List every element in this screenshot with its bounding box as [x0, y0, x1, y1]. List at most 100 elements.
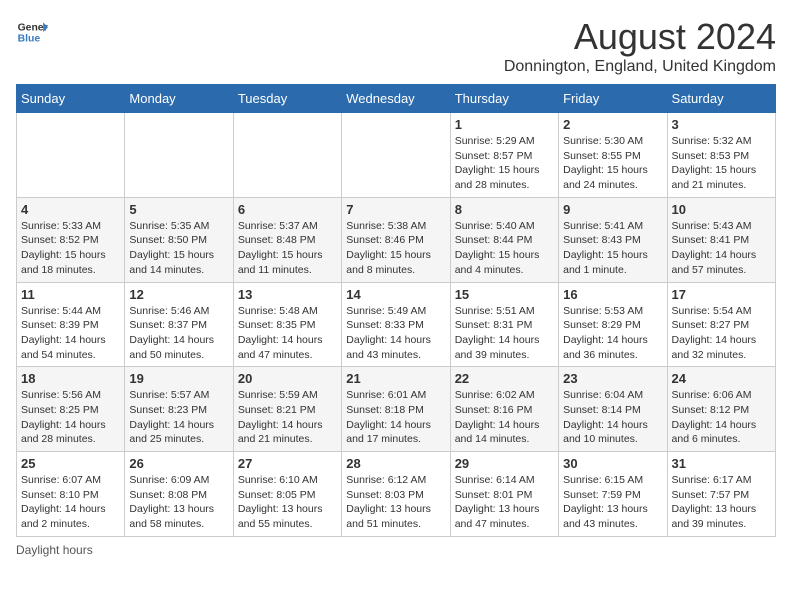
calendar-cell: 16 Sunrise: 5:53 AMSunset: 8:29 PMDaylig…: [559, 282, 667, 367]
calendar-cell: 15 Sunrise: 5:51 AMSunset: 8:31 PMDaylig…: [450, 282, 558, 367]
weekday-header-monday: Monday: [125, 85, 233, 113]
calendar-cell: [342, 113, 450, 198]
day-info: Sunrise: 5:51 AMSunset: 8:31 PMDaylight:…: [455, 304, 554, 363]
day-info: Sunrise: 6:06 AMSunset: 8:12 PMDaylight:…: [672, 388, 771, 447]
day-number: 31: [672, 456, 771, 471]
day-number: 21: [346, 371, 445, 386]
weekday-header-sunday: Sunday: [17, 85, 125, 113]
page-header: General Blue August 2024 Donnington, Eng…: [16, 16, 776, 76]
day-info: Sunrise: 5:40 AMSunset: 8:44 PMDaylight:…: [455, 219, 554, 278]
calendar-week-5: 25 Sunrise: 6:07 AMSunset: 8:10 PMDaylig…: [17, 452, 776, 537]
weekday-header-friday: Friday: [559, 85, 667, 113]
title-area: August 2024 Donnington, England, United …: [504, 16, 776, 76]
calendar-cell: 9 Sunrise: 5:41 AMSunset: 8:43 PMDayligh…: [559, 197, 667, 282]
day-number: 19: [129, 371, 228, 386]
day-info: Sunrise: 5:49 AMSunset: 8:33 PMDaylight:…: [346, 304, 445, 363]
day-info: Sunrise: 5:41 AMSunset: 8:43 PMDaylight:…: [563, 219, 662, 278]
day-number: 16: [563, 287, 662, 302]
calendar-cell: 1 Sunrise: 5:29 AMSunset: 8:57 PMDayligh…: [450, 113, 558, 198]
calendar-cell: 30 Sunrise: 6:15 AMSunset: 7:59 PMDaylig…: [559, 452, 667, 537]
day-number: 25: [21, 456, 120, 471]
logo: General Blue: [16, 16, 48, 48]
day-number: 27: [238, 456, 337, 471]
day-info: Sunrise: 5:48 AMSunset: 8:35 PMDaylight:…: [238, 304, 337, 363]
day-number: 13: [238, 287, 337, 302]
day-info: Sunrise: 5:57 AMSunset: 8:23 PMDaylight:…: [129, 388, 228, 447]
day-number: 29: [455, 456, 554, 471]
day-number: 15: [455, 287, 554, 302]
day-info: Sunrise: 6:01 AMSunset: 8:18 PMDaylight:…: [346, 388, 445, 447]
day-info: Sunrise: 5:32 AMSunset: 8:53 PMDaylight:…: [672, 134, 771, 193]
calendar-cell: 11 Sunrise: 5:44 AMSunset: 8:39 PMDaylig…: [17, 282, 125, 367]
logo-icon: General Blue: [16, 16, 48, 48]
calendar-cell: 25 Sunrise: 6:07 AMSunset: 8:10 PMDaylig…: [17, 452, 125, 537]
day-info: Sunrise: 6:17 AMSunset: 7:57 PMDaylight:…: [672, 473, 771, 532]
day-info: Sunrise: 5:46 AMSunset: 8:37 PMDaylight:…: [129, 304, 228, 363]
day-info: Sunrise: 5:29 AMSunset: 8:57 PMDaylight:…: [455, 134, 554, 193]
svg-text:Blue: Blue: [18, 34, 41, 45]
calendar-week-4: 18 Sunrise: 5:56 AMSunset: 8:25 PMDaylig…: [17, 367, 776, 452]
day-info: Sunrise: 5:38 AMSunset: 8:46 PMDaylight:…: [346, 219, 445, 278]
day-number: 8: [455, 202, 554, 217]
weekday-header-tuesday: Tuesday: [233, 85, 341, 113]
day-number: 11: [21, 287, 120, 302]
weekday-header-row: SundayMondayTuesdayWednesdayThursdayFrid…: [17, 85, 776, 113]
day-number: 28: [346, 456, 445, 471]
calendar-cell: 8 Sunrise: 5:40 AMSunset: 8:44 PMDayligh…: [450, 197, 558, 282]
day-number: 7: [346, 202, 445, 217]
calendar-cell: [125, 113, 233, 198]
day-number: 5: [129, 202, 228, 217]
calendar-cell: 10 Sunrise: 5:43 AMSunset: 8:41 PMDaylig…: [667, 197, 775, 282]
day-number: 1: [455, 117, 554, 132]
calendar-cell: 6 Sunrise: 5:37 AMSunset: 8:48 PMDayligh…: [233, 197, 341, 282]
calendar-week-2: 4 Sunrise: 5:33 AMSunset: 8:52 PMDayligh…: [17, 197, 776, 282]
calendar-cell: 7 Sunrise: 5:38 AMSunset: 8:46 PMDayligh…: [342, 197, 450, 282]
calendar-week-3: 11 Sunrise: 5:44 AMSunset: 8:39 PMDaylig…: [17, 282, 776, 367]
calendar-cell: 3 Sunrise: 5:32 AMSunset: 8:53 PMDayligh…: [667, 113, 775, 198]
day-info: Sunrise: 6:02 AMSunset: 8:16 PMDaylight:…: [455, 388, 554, 447]
weekday-header-saturday: Saturday: [667, 85, 775, 113]
calendar-body: 1 Sunrise: 5:29 AMSunset: 8:57 PMDayligh…: [17, 113, 776, 537]
day-info: Sunrise: 6:09 AMSunset: 8:08 PMDaylight:…: [129, 473, 228, 532]
day-number: 10: [672, 202, 771, 217]
day-info: Sunrise: 5:53 AMSunset: 8:29 PMDaylight:…: [563, 304, 662, 363]
calendar-cell: 14 Sunrise: 5:49 AMSunset: 8:33 PMDaylig…: [342, 282, 450, 367]
calendar-cell: 19 Sunrise: 5:57 AMSunset: 8:23 PMDaylig…: [125, 367, 233, 452]
day-info: Sunrise: 5:30 AMSunset: 8:55 PMDaylight:…: [563, 134, 662, 193]
day-info: Sunrise: 6:15 AMSunset: 7:59 PMDaylight:…: [563, 473, 662, 532]
month-title: August 2024: [504, 16, 776, 58]
calendar-cell: [17, 113, 125, 198]
day-info: Sunrise: 6:07 AMSunset: 8:10 PMDaylight:…: [21, 473, 120, 532]
day-info: Sunrise: 5:54 AMSunset: 8:27 PMDaylight:…: [672, 304, 771, 363]
day-info: Sunrise: 5:35 AMSunset: 8:50 PMDaylight:…: [129, 219, 228, 278]
day-number: 30: [563, 456, 662, 471]
calendar-cell: 31 Sunrise: 6:17 AMSunset: 7:57 PMDaylig…: [667, 452, 775, 537]
day-info: Sunrise: 5:56 AMSunset: 8:25 PMDaylight:…: [21, 388, 120, 447]
day-number: 22: [455, 371, 554, 386]
calendar-cell: 2 Sunrise: 5:30 AMSunset: 8:55 PMDayligh…: [559, 113, 667, 198]
weekday-header-wednesday: Wednesday: [342, 85, 450, 113]
day-number: 23: [563, 371, 662, 386]
day-number: 18: [21, 371, 120, 386]
calendar-cell: 23 Sunrise: 6:04 AMSunset: 8:14 PMDaylig…: [559, 367, 667, 452]
calendar-cell: 28 Sunrise: 6:12 AMSunset: 8:03 PMDaylig…: [342, 452, 450, 537]
weekday-header-thursday: Thursday: [450, 85, 558, 113]
day-info: Sunrise: 5:59 AMSunset: 8:21 PMDaylight:…: [238, 388, 337, 447]
day-info: Sunrise: 6:12 AMSunset: 8:03 PMDaylight:…: [346, 473, 445, 532]
day-number: 6: [238, 202, 337, 217]
calendar-cell: 17 Sunrise: 5:54 AMSunset: 8:27 PMDaylig…: [667, 282, 775, 367]
day-number: 26: [129, 456, 228, 471]
calendar-cell: 4 Sunrise: 5:33 AMSunset: 8:52 PMDayligh…: [17, 197, 125, 282]
calendar-cell: 21 Sunrise: 6:01 AMSunset: 8:18 PMDaylig…: [342, 367, 450, 452]
day-info: Sunrise: 6:10 AMSunset: 8:05 PMDaylight:…: [238, 473, 337, 532]
day-number: 24: [672, 371, 771, 386]
day-number: 17: [672, 287, 771, 302]
day-number: 2: [563, 117, 662, 132]
calendar-cell: [233, 113, 341, 198]
calendar-cell: 26 Sunrise: 6:09 AMSunset: 8:08 PMDaylig…: [125, 452, 233, 537]
day-info: Sunrise: 6:14 AMSunset: 8:01 PMDaylight:…: [455, 473, 554, 532]
footer-note-text: Daylight hours: [16, 543, 93, 557]
day-number: 9: [563, 202, 662, 217]
calendar-cell: 20 Sunrise: 5:59 AMSunset: 8:21 PMDaylig…: [233, 367, 341, 452]
calendar-cell: 5 Sunrise: 5:35 AMSunset: 8:50 PMDayligh…: [125, 197, 233, 282]
